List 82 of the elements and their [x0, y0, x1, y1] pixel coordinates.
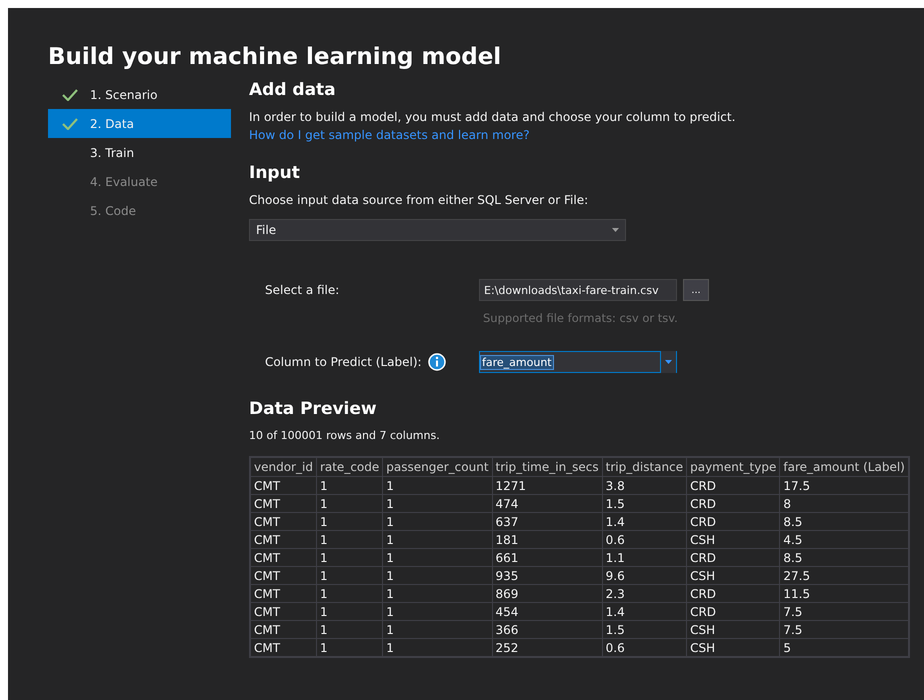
column-header: passenger_count: [382, 457, 492, 476]
column-header: trip_distance: [602, 457, 687, 476]
table-cell: CSH: [686, 566, 780, 584]
table-cell: CMT: [250, 476, 316, 494]
info-icon[interactable]: [428, 353, 446, 371]
section-heading: Input: [249, 163, 301, 183]
wizard-step[interactable]: 2. Data: [48, 109, 231, 138]
table-cell: 1.5: [602, 620, 687, 638]
column-header: rate_code: [316, 457, 383, 476]
table-cell: 1: [316, 476, 383, 494]
column-header: payment_type: [686, 457, 780, 476]
table-cell: 1: [382, 530, 492, 548]
table-cell: 1.5: [602, 494, 687, 512]
section-heading: Data Preview: [249, 399, 378, 419]
table-cell: 1: [316, 530, 383, 548]
table-cell: 1: [316, 548, 383, 566]
table-cell: 9.6: [602, 566, 687, 584]
table-cell: 1: [316, 494, 383, 512]
browse-button[interactable]: ...: [683, 279, 709, 301]
table-cell: 1: [382, 602, 492, 620]
table-cell: 637: [492, 512, 602, 530]
table-cell: CRD: [686, 512, 780, 530]
table-cell: CMT: [250, 620, 316, 638]
table-cell: 1: [316, 584, 383, 602]
table-cell: 1: [316, 620, 383, 638]
table-cell: 454: [492, 602, 602, 620]
table-cell: CMT: [250, 512, 316, 530]
table-cell: 1: [382, 476, 492, 494]
table-cell: 1.4: [602, 512, 687, 530]
page-title: Build your machine learning model: [48, 44, 502, 70]
table-cell: CRD: [686, 476, 780, 494]
table-cell: 181: [492, 530, 602, 548]
column-header: vendor_id: [250, 457, 316, 476]
table-cell: 1: [382, 494, 492, 512]
table-cell: 1.1: [602, 548, 687, 566]
table-cell: CMT: [250, 566, 316, 584]
checkmark-icon: [62, 88, 78, 100]
table-cell: CMT: [250, 602, 316, 620]
table-cell: 1271: [492, 476, 602, 494]
summary-text: 10 of 100001 rows and 7 columns.: [249, 429, 441, 442]
field-label: Select a file:: [265, 283, 340, 297]
field-label: Column to Predict (Label):: [265, 355, 422, 369]
table-cell: 1: [382, 584, 492, 602]
table-cell: 1: [316, 566, 383, 584]
table-cell: 1: [316, 602, 383, 620]
table-cell: CMT: [250, 530, 316, 548]
caret-icon: [612, 228, 619, 232]
table-cell: 1: [382, 566, 492, 584]
description-text: Choose input data source from either SQL Server or File:: [249, 193, 590, 207]
table-cell: CRD: [686, 548, 780, 566]
source-dropdown[interactable]: File: [249, 219, 626, 241]
table-cell: 2.3: [602, 584, 687, 602]
table-cell: 366: [492, 620, 602, 638]
table-cell: 1.4: [602, 602, 687, 620]
table-cell: 661: [492, 548, 602, 566]
table-cell: CMT: [250, 584, 316, 602]
table-cell: 3.8: [602, 476, 687, 494]
table-cell: CRD: [686, 494, 780, 512]
wizard-step[interactable]: 3. Train: [48, 138, 231, 167]
table-cell: 869: [492, 584, 602, 602]
section-heading: Add data: [249, 80, 337, 100]
table-cell: CSH: [686, 620, 780, 638]
table-cell: 1: [382, 620, 492, 638]
table-cell: 1: [316, 512, 383, 530]
label-dropdown[interactable]: fare_amount: [479, 351, 677, 373]
help-link[interactable]: How do I get sample datasets and learn more?: [249, 128, 530, 142]
table-cell: 0.6: [602, 530, 687, 548]
hint-text: Supported file formats: csv or tsv.: [483, 311, 679, 325]
table-cell: 1: [382, 548, 492, 566]
table-cell: CRD: [686, 584, 780, 602]
table-cell: CSH: [686, 530, 780, 548]
wizard-step[interactable]: 1. Scenario: [48, 80, 231, 109]
table-cell: 1: [382, 512, 492, 530]
table-cell: CMT: [250, 548, 316, 566]
table-cell: CRD: [686, 602, 780, 620]
column-header: trip_time_in_secs: [492, 457, 602, 476]
description-text: In order to build a model, you must add data and choose your column to predict.: [249, 110, 736, 124]
table-cell: 474: [492, 494, 602, 512]
table-cell: CMT: [250, 494, 316, 512]
table-cell: 935: [492, 566, 602, 584]
checkmark-icon: [62, 118, 78, 130]
file-path-field[interactable]: E:\downloads\taxi-fare-train.csv: [479, 279, 677, 301]
